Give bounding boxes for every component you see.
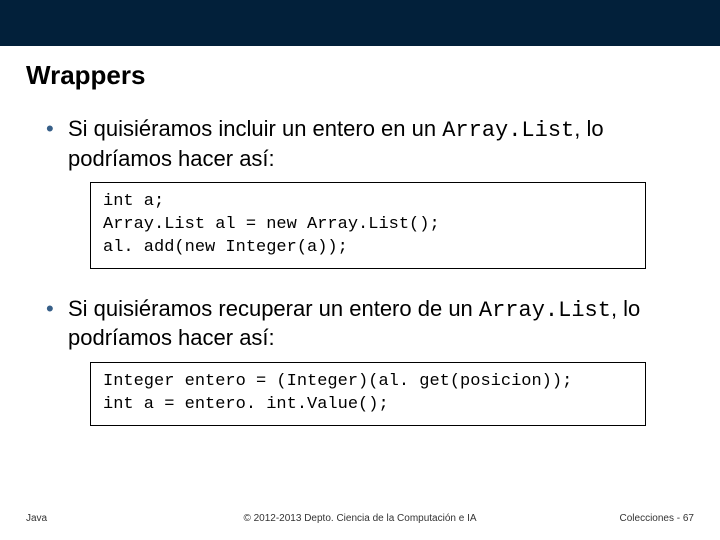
footer-center: © 2012-2013 Depto. Ciencia de la Computa…: [0, 513, 720, 524]
slide: Wrappers Si quisiéramos incluir un enter…: [0, 0, 720, 540]
top-bar: [0, 0, 720, 46]
code-block-2: Integer entero = (Integer)(al. get(posic…: [90, 362, 646, 426]
bullet-1: Si quisiéramos incluir un entero en un A…: [46, 115, 690, 172]
bullet-2-code: Array.List: [479, 298, 611, 323]
slide-title: Wrappers: [26, 60, 720, 91]
footer-right: Colecciones - 67: [620, 513, 694, 524]
bullet-2: Si quisiéramos recuperar un entero de un…: [46, 295, 690, 352]
footer-left: Java: [26, 513, 47, 524]
code-block-1: int a; Array.List al = new Array.List();…: [90, 182, 646, 269]
bullet-1-code: Array.List: [442, 118, 574, 143]
bullet-1-text-pre: Si quisiéramos incluir un entero en un: [68, 116, 442, 141]
content-area: Si quisiéramos incluir un entero en un A…: [46, 115, 690, 426]
footer: Java © 2012-2013 Depto. Ciencia de la Co…: [0, 504, 720, 540]
bullet-2-text-pre: Si quisiéramos recuperar un entero de un: [68, 296, 479, 321]
